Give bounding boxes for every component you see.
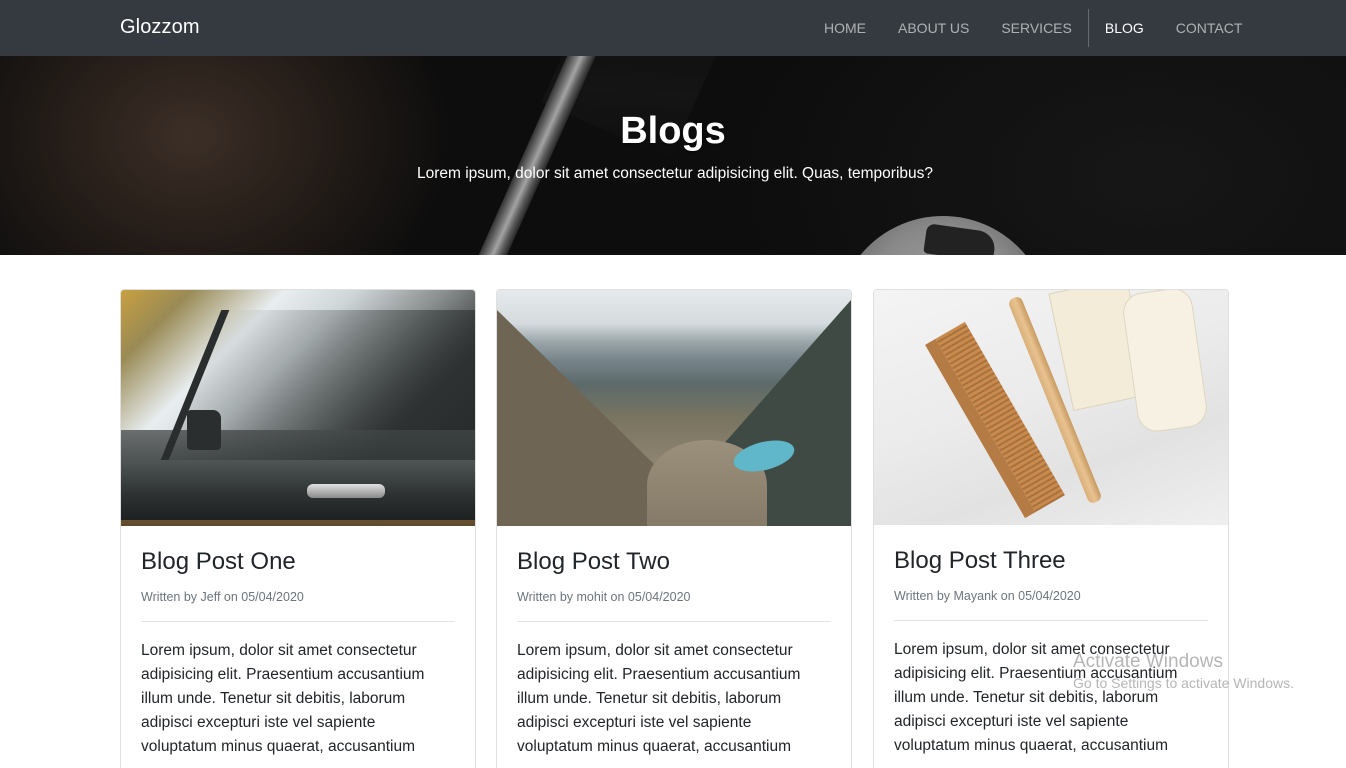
blog-card-text: Lorem ipsum, dolor sit amet consectetur … <box>141 642 425 755</box>
blog-card-body: Blog Post Two Written by mohit on 05/04/… <box>497 526 851 768</box>
brand-logo[interactable]: Glozzom <box>120 16 200 39</box>
image-shape <box>1120 290 1210 435</box>
hero-banner: Blogs Lorem ipsum, dolor sit amet consec… <box>0 56 1346 255</box>
blog-card-body: Blog Post One Written by Jeff on 05/04/2… <box>121 526 475 768</box>
blog-card-title[interactable]: Blog Post Two <box>517 548 831 576</box>
blog-card-body: Blog Post Three Written by Mayank on 05/… <box>874 525 1228 768</box>
page-subtitle: Lorem ipsum, dolor sit amet consectetur … <box>416 165 934 182</box>
nav-link-blog[interactable]: BLOG <box>1089 0 1160 56</box>
blog-card-image <box>874 290 1228 525</box>
page-title: Blogs <box>620 110 726 152</box>
hero-overlay <box>0 56 1346 255</box>
divider <box>141 621 455 622</box>
nav-link-contact[interactable]: CONTACT <box>1160 0 1259 56</box>
nav-links: HOME ABOUT US SERVICES BLOG CONTACT <box>808 0 1258 56</box>
nav-link-home[interactable]: HOME <box>808 0 882 56</box>
image-shape <box>307 484 385 498</box>
image-shape <box>925 321 1065 519</box>
blog-card: Blog Post Two Written by mohit on 05/04/… <box>496 289 852 768</box>
blog-card-text: Lorem ipsum, dolor sit amet consectetur … <box>894 641 1178 754</box>
navbar: Glozzom HOME ABOUT US SERVICES BLOG CONT… <box>0 0 1346 56</box>
blog-card-text: Lorem ipsum, dolor sit amet consectetur … <box>517 642 801 755</box>
divider <box>894 620 1208 621</box>
blog-card-meta: Written by Mayank on 05/04/2020 <box>894 589 1081 603</box>
blog-card: Blog Post One Written by Jeff on 05/04/2… <box>120 289 476 768</box>
image-shape <box>187 410 221 450</box>
nav-link-services[interactable]: SERVICES <box>985 0 1088 56</box>
blog-card-title[interactable]: Blog Post Three <box>894 547 1208 575</box>
blog-card-meta: Written by mohit on 05/04/2020 <box>517 590 691 604</box>
divider <box>517 621 831 622</box>
nav-link-about-us[interactable]: ABOUT US <box>882 0 985 56</box>
blog-card: Blog Post Three Written by Mayank on 05/… <box>873 289 1229 768</box>
blog-card-meta: Written by Jeff on 05/04/2020 <box>141 590 304 604</box>
blog-card-image <box>121 290 475 526</box>
blog-card-image <box>497 290 851 526</box>
blog-card-title[interactable]: Blog Post One <box>141 548 455 576</box>
